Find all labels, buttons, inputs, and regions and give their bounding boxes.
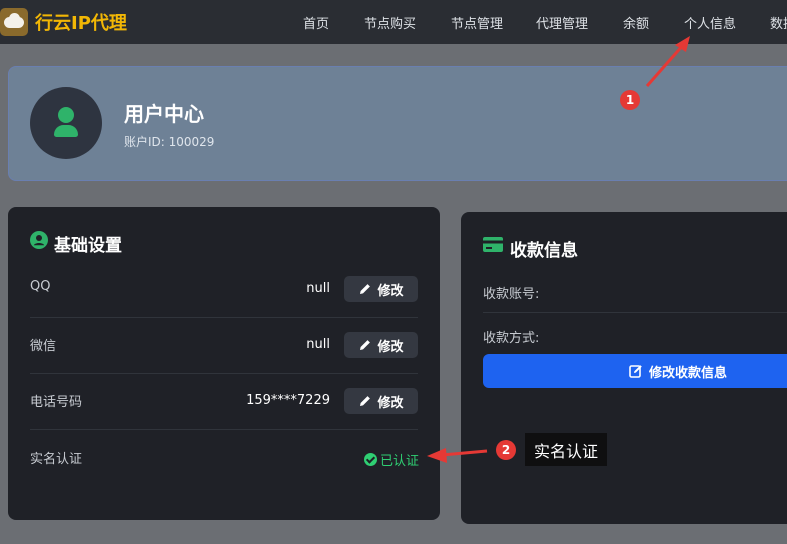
annotation-arrow-1 bbox=[645, 43, 686, 87]
annotation-marker-2: 2 bbox=[496, 440, 516, 460]
annotation-callout: 实名认证 bbox=[525, 433, 607, 466]
annotation-marker-1: 1 bbox=[620, 90, 640, 110]
annotation-arrow-2 bbox=[441, 449, 488, 457]
annotation-arrowhead-2 bbox=[427, 448, 447, 463]
annotation-arrows bbox=[427, 36, 690, 463]
